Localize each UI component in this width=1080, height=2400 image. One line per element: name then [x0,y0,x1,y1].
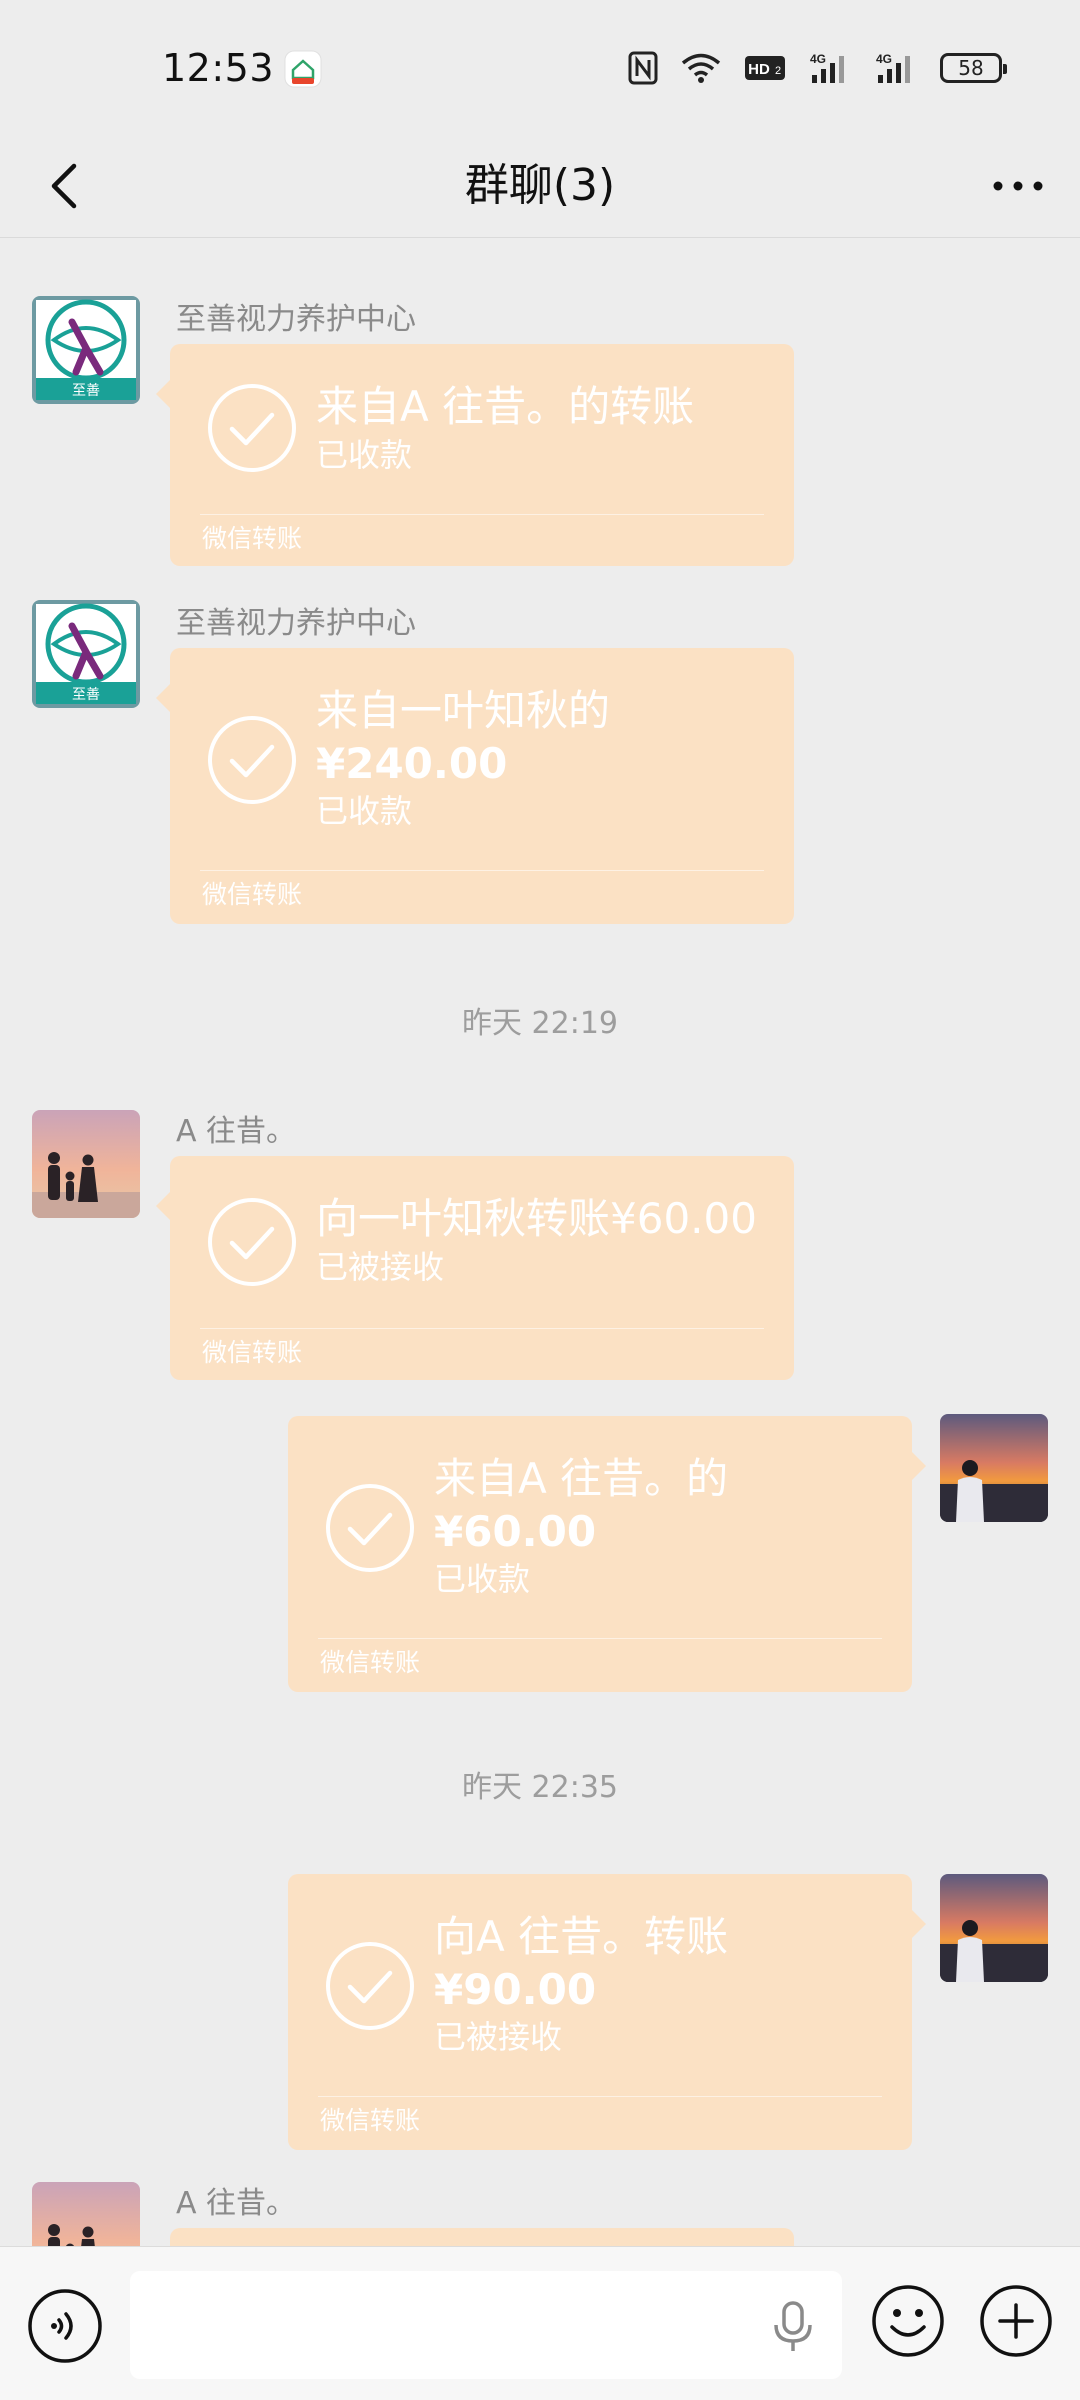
chat-message-list[interactable]: 至善 至善视力养护中心 来自A 往昔。的转账 已收款 微信转账 至善 至善视力养… [0,238,1080,2246]
family-sunset-avatar [32,1110,140,1218]
status-time: 12:53 [162,46,275,90]
battery-level: 58 [958,56,984,80]
transfer-footer: 微信转账 [320,1648,421,1677]
svg-text:HD: HD [748,61,770,78]
battery-icon: 58 [940,53,1007,83]
check-circle-icon [326,1942,414,2030]
message-input[interactable] [130,2271,842,2379]
microphone-icon[interactable] [770,2299,816,2353]
app-notification-icon [284,50,322,88]
hd-icon: HD 2 [745,56,785,80]
sender-avatar[interactable]: 至善 [32,600,140,708]
timestamp: 昨天 22:35 [462,1770,618,1805]
check-circle-icon [208,1198,296,1286]
transfer-title: 来自一叶知秋的 [316,686,611,735]
transfer-status: 已收款 [316,792,413,830]
sender-name: 至善视力养护中心 [176,302,416,337]
sender-name: 至善视力养护中心 [176,606,416,641]
wifi-icon [681,53,721,83]
transfer-card[interactable]: 来自一叶知秋的 ¥240.00 已收款 微信转账 [156,648,794,924]
transfer-card[interactable]: 来自A 往昔。的转账 已收款 微信转账 [156,344,794,566]
signal-4g-icon: 4G [810,52,844,83]
check-circle-icon [326,1484,414,1572]
zhishan-logo-avatar: 至善 [32,600,140,708]
transfer-status: 已被接收 [434,2018,563,2056]
transfer-status: 已收款 [316,436,413,474]
nav-bar: 群聊(3) [0,134,1080,238]
transfer-amount: ¥90.00 [434,1965,597,2014]
card-divider [200,514,764,515]
svg-text:2: 2 [775,65,781,77]
voice-icon[interactable] [26,2287,104,2365]
sunset-person-avatar [940,1414,1048,1522]
transfer-amount: ¥60.00 [434,1507,597,1556]
more-options-icon[interactable] [986,160,1050,212]
nfc-icon [628,51,658,85]
transfer-amount: ¥240.00 [316,739,508,788]
sender-avatar[interactable] [32,2182,140,2246]
check-circle-icon [208,384,296,472]
signal-4g-icon-2: 4G [876,52,910,83]
transfer-title: 向A 往昔。转账 [434,1912,729,1961]
transfer-card[interactable] [170,2228,794,2246]
transfer-status: 已收款 [434,1560,531,1598]
transfer-footer: 微信转账 [202,524,303,553]
status-indicators: HD 2 4G 4G 58 [606,46,1007,90]
transfer-card[interactable]: 向A 往昔。转账 ¥90.00 已被接收 微信转账 [288,1874,926,2150]
status-bar: 12:53 HD 2 4G 4G 58 [0,0,1080,134]
transfer-status: 已被接收 [316,1248,445,1286]
transfer-footer: 微信转账 [320,2106,421,2135]
transfer-card[interactable]: 向一叶知秋转账¥60.00 已被接收 微信转账 [156,1156,794,1380]
family-sunset-avatar [32,2182,140,2246]
transfer-title: 来自A 往昔。的 [434,1454,729,1503]
transfer-footer: 微信转账 [202,1338,303,1367]
timestamp: 昨天 22:19 [462,1006,618,1041]
sunset-person-avatar [940,1874,1048,1982]
svg-text:至善: 至善 [72,687,100,703]
my-avatar[interactable] [940,1874,1048,1982]
svg-text:4G: 4G [810,52,826,66]
sender-name: A 往昔。 [176,2186,297,2221]
transfer-footer: 微信转账 [202,880,303,909]
sender-name: A 往昔。 [176,1114,297,1149]
plus-icon[interactable] [978,2283,1054,2359]
chat-input-bar [0,2246,1080,2400]
check-circle-icon [208,716,296,804]
transfer-title: 向一叶知秋转账¥60.00 [316,1194,757,1243]
sender-avatar[interactable] [32,1110,140,1218]
emoji-icon[interactable] [870,2283,946,2359]
svg-text:4G: 4G [876,52,892,66]
my-avatar[interactable] [940,1414,1048,1522]
card-divider [318,2096,882,2097]
zhishan-logo-avatar: 至善 [32,296,140,404]
card-divider [200,870,764,871]
transfer-title: 来自A 往昔。的转账 [316,382,695,431]
chat-title: 群聊(3) [464,160,616,211]
sender-avatar[interactable]: 至善 [32,296,140,404]
svg-text:至善: 至善 [72,383,100,399]
card-divider [318,1638,882,1639]
transfer-card[interactable]: 来自A 往昔。的 ¥60.00 已收款 微信转账 [288,1416,926,1692]
card-divider [200,1328,764,1329]
